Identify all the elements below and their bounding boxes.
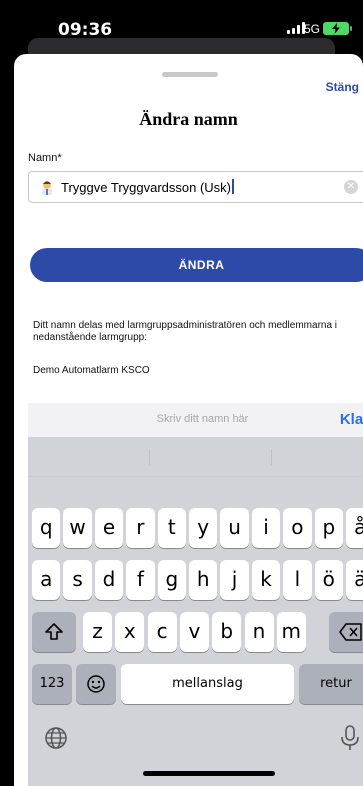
suggestion-divider	[271, 449, 272, 465]
key-p[interactable]: p	[314, 508, 343, 548]
key-m[interactable]: m	[276, 612, 306, 652]
key-g[interactable]: g	[157, 560, 186, 600]
done-button[interactable]: Klar	[340, 411, 363, 428]
keyboard: Skriv ditt namn här Klar qwertyuiopå asdf…	[28, 403, 363, 786]
info-text: Ditt namn delas med larmgruppsadministra…	[33, 320, 338, 343]
emoji-key[interactable]	[76, 664, 116, 704]
key-j[interactable]: j	[220, 560, 249, 600]
key-ö[interactable]: ö	[314, 560, 343, 600]
key-ä[interactable]: ä	[346, 560, 363, 600]
key-å[interactable]: å	[346, 508, 363, 548]
key-r[interactable]: r	[126, 508, 155, 548]
key-l[interactable]: l	[283, 560, 312, 600]
name-input[interactable]: Tryggve Tryggvardsson (Usk) ✕	[28, 171, 363, 203]
key-i[interactable]: i	[251, 508, 281, 548]
microphone-icon[interactable]	[341, 725, 359, 751]
key-u[interactable]: u	[220, 508, 249, 548]
key-s[interactable]: s	[63, 560, 92, 600]
key-y[interactable]: y	[189, 508, 218, 548]
page-title: Ändra namn	[139, 109, 238, 129]
close-button[interactable]: Stäng	[326, 80, 359, 94]
key-t[interactable]: t	[157, 508, 186, 548]
return-key[interactable]: retur	[299, 664, 363, 704]
key-h[interactable]: h	[189, 560, 218, 600]
key-x[interactable]: x	[115, 612, 145, 652]
key-v[interactable]: v	[179, 612, 209, 652]
key-o[interactable]: o	[283, 508, 312, 548]
key-z[interactable]: z	[83, 612, 112, 652]
key-c[interactable]: c	[147, 612, 177, 652]
key-d[interactable]: d	[94, 560, 124, 600]
home-indicator	[143, 771, 275, 776]
backspace-icon	[339, 623, 362, 641]
edit-name-sheet: Stäng Ändra namn Namn* Tryggve Tryggvard…	[14, 54, 363, 786]
key-n[interactable]: n	[244, 612, 274, 652]
key-e[interactable]: e	[94, 508, 124, 548]
suggestion-bar	[28, 437, 363, 477]
name-input-value[interactable]: Tryggve Tryggvardsson (Usk)	[61, 179, 234, 195]
space-key[interactable]: mellanslag	[121, 664, 294, 704]
key-k[interactable]: k	[251, 560, 281, 600]
key-b[interactable]: b	[212, 612, 242, 652]
globe-icon[interactable]	[44, 726, 68, 750]
key-q[interactable]: q	[32, 508, 61, 548]
status-time: 09:36	[58, 20, 113, 40]
alarm-group-name: Demo Automatlarm KSCO	[33, 365, 150, 376]
key-f[interactable]: f	[126, 560, 155, 600]
network-label: 5G	[304, 22, 321, 36]
numbers-key[interactable]: 123	[32, 664, 72, 704]
clear-icon[interactable]: ✕	[344, 180, 358, 194]
signal-icon	[287, 22, 305, 34]
keyboard-hint: Skriv ditt namn här	[156, 413, 249, 425]
shift-icon	[45, 623, 63, 640]
keyboard-toolbar: Skriv ditt namn här Klar	[28, 403, 363, 437]
battery-charging-icon	[323, 22, 352, 35]
name-field-label: Namn*	[28, 152, 62, 164]
change-button[interactable]: ÄNDRA	[30, 248, 363, 282]
shift-key[interactable]	[32, 612, 76, 652]
sheet-grabber[interactable]	[162, 72, 218, 77]
backspace-key[interactable]	[329, 612, 363, 652]
emoji-person-icon	[42, 181, 52, 195]
key-w[interactable]: w	[63, 508, 92, 548]
key-a[interactable]: a	[32, 560, 61, 600]
emoji-keyboard-icon	[87, 675, 105, 693]
suggestion-divider	[149, 449, 150, 465]
